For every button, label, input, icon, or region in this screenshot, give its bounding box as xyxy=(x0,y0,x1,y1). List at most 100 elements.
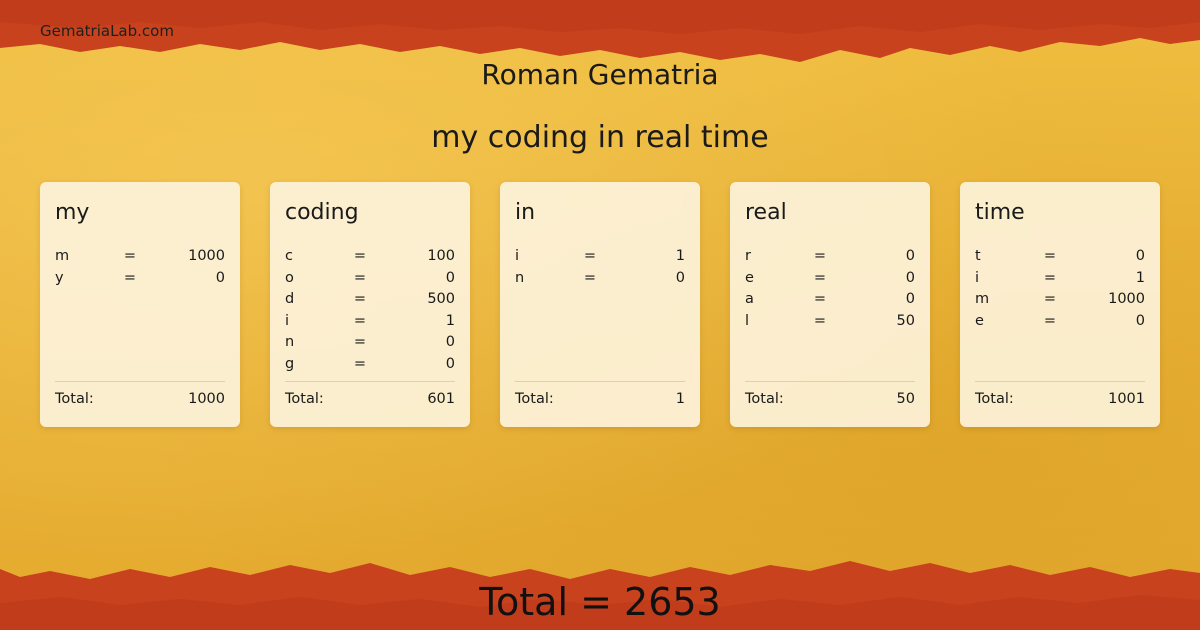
equals-sign: = xyxy=(813,269,827,286)
letter: e xyxy=(975,312,984,329)
equals-sign: = xyxy=(813,248,827,264)
letter: i xyxy=(515,248,520,264)
card-total-value: 601 xyxy=(427,391,455,407)
equals-sign: = xyxy=(353,312,367,329)
card-word: my xyxy=(55,200,90,225)
letter-row: a = 0 xyxy=(745,289,915,311)
letter-value: 0 xyxy=(905,269,915,286)
letter-value: 0 xyxy=(445,355,455,372)
letter: i xyxy=(285,312,290,329)
letter: n xyxy=(515,269,525,286)
card-divider xyxy=(285,381,455,382)
card-total-row: Total: 50 xyxy=(745,391,915,407)
equals-sign: = xyxy=(353,248,367,264)
letter-value: 0 xyxy=(905,291,915,307)
letter-value: 1000 xyxy=(188,248,225,264)
card-total-label: Total: xyxy=(745,391,784,407)
letter-row: m = 1000 xyxy=(55,246,225,268)
letter-row: i = 1 xyxy=(285,311,455,333)
card-word: time xyxy=(975,200,1025,225)
letter-value: 1000 xyxy=(1108,291,1145,307)
letter-value: 0 xyxy=(905,248,915,264)
letter-row: r = 0 xyxy=(745,246,915,268)
letter: c xyxy=(285,248,293,264)
letter-row: l = 50 xyxy=(745,311,915,333)
letter: d xyxy=(285,291,295,307)
word-card-in: in i = 1 n = 0 Total: 1 xyxy=(500,182,700,427)
letter: m xyxy=(975,291,990,307)
letter-value: 0 xyxy=(675,269,685,286)
word-card-my: my m = 1000 y = 0 Total: 1000 xyxy=(40,182,240,427)
card-total-row: Total: 1001 xyxy=(975,391,1145,407)
card-total-value: 1000 xyxy=(188,391,225,407)
letter-row: d = 500 xyxy=(285,289,455,311)
letter: r xyxy=(745,248,751,264)
letter-value: 1 xyxy=(445,312,455,329)
letter-row: y = 0 xyxy=(55,268,225,290)
letter-row: c = 100 xyxy=(285,246,455,268)
card-total-value: 1 xyxy=(675,391,685,407)
letter-row: e = 0 xyxy=(745,268,915,290)
letter: g xyxy=(285,355,295,372)
card-total-label: Total: xyxy=(285,391,324,407)
equals-sign: = xyxy=(353,355,367,372)
equals-sign: = xyxy=(123,269,137,286)
letter: t xyxy=(975,248,981,264)
grand-total: Total = 2653 xyxy=(479,580,721,624)
letter-row: n = 0 xyxy=(285,332,455,354)
card-total-value: 50 xyxy=(896,391,915,407)
equals-sign: = xyxy=(1043,312,1057,329)
letter: n xyxy=(285,334,295,350)
letter: a xyxy=(745,291,754,307)
letter: l xyxy=(745,312,750,329)
page-title: Roman Gematria xyxy=(481,58,719,91)
equals-sign: = xyxy=(1043,248,1057,264)
card-divider xyxy=(515,381,685,382)
letter: m xyxy=(55,248,70,264)
letter-row: i = 1 xyxy=(515,246,685,268)
card-total-label: Total: xyxy=(55,391,94,407)
letter: e xyxy=(745,269,754,286)
letter-row: g = 0 xyxy=(285,354,455,376)
letter-value: 0 xyxy=(215,269,225,286)
card-divider xyxy=(55,381,225,382)
site-logo-text[interactable]: GematriaLab.com xyxy=(40,22,174,40)
letter-row: n = 0 xyxy=(515,268,685,290)
letter-row: i = 1 xyxy=(975,268,1145,290)
letter-value: 0 xyxy=(1135,312,1145,329)
letter-value: 1 xyxy=(675,248,685,264)
letter-value: 1 xyxy=(1135,269,1145,286)
equals-sign: = xyxy=(123,248,137,264)
word-cards: my m = 1000 y = 0 Total: 1000 coding c =… xyxy=(40,182,1160,427)
card-total-label: Total: xyxy=(975,391,1014,407)
card-word: coding xyxy=(285,200,359,225)
letter-row: e = 0 xyxy=(975,311,1145,333)
equals-sign: = xyxy=(353,291,367,307)
equals-sign: = xyxy=(583,269,597,286)
letter: i xyxy=(975,269,980,286)
card-total-row: Total: 1 xyxy=(515,391,685,407)
card-total-row: Total: 1000 xyxy=(55,391,225,407)
letter-value: 0 xyxy=(445,269,455,286)
letter-row: t = 0 xyxy=(975,246,1145,268)
card-total-value: 1001 xyxy=(1108,391,1145,407)
letter: o xyxy=(285,269,294,286)
card-divider xyxy=(975,381,1145,382)
equals-sign: = xyxy=(813,291,827,307)
equals-sign: = xyxy=(353,269,367,286)
card-total-label: Total: xyxy=(515,391,554,407)
letter-value: 0 xyxy=(1135,248,1145,264)
letter-value: 50 xyxy=(896,312,915,329)
letter-row: m = 1000 xyxy=(975,289,1145,311)
phrase-heading: my coding in real time xyxy=(431,120,769,155)
card-divider xyxy=(745,381,915,382)
word-card-real: real r = 0 e = 0 a = 0 l = 50 Total: 50 xyxy=(730,182,930,427)
letter-row: o = 0 xyxy=(285,268,455,290)
word-card-time: time t = 0 i = 1 m = 1000 e = 0 Total: 1… xyxy=(960,182,1160,427)
card-word: in xyxy=(515,200,536,225)
equals-sign: = xyxy=(1043,291,1057,307)
equals-sign: = xyxy=(1043,269,1057,286)
letter: y xyxy=(55,269,64,286)
letter-value: 100 xyxy=(427,248,455,264)
equals-sign: = xyxy=(813,312,827,329)
